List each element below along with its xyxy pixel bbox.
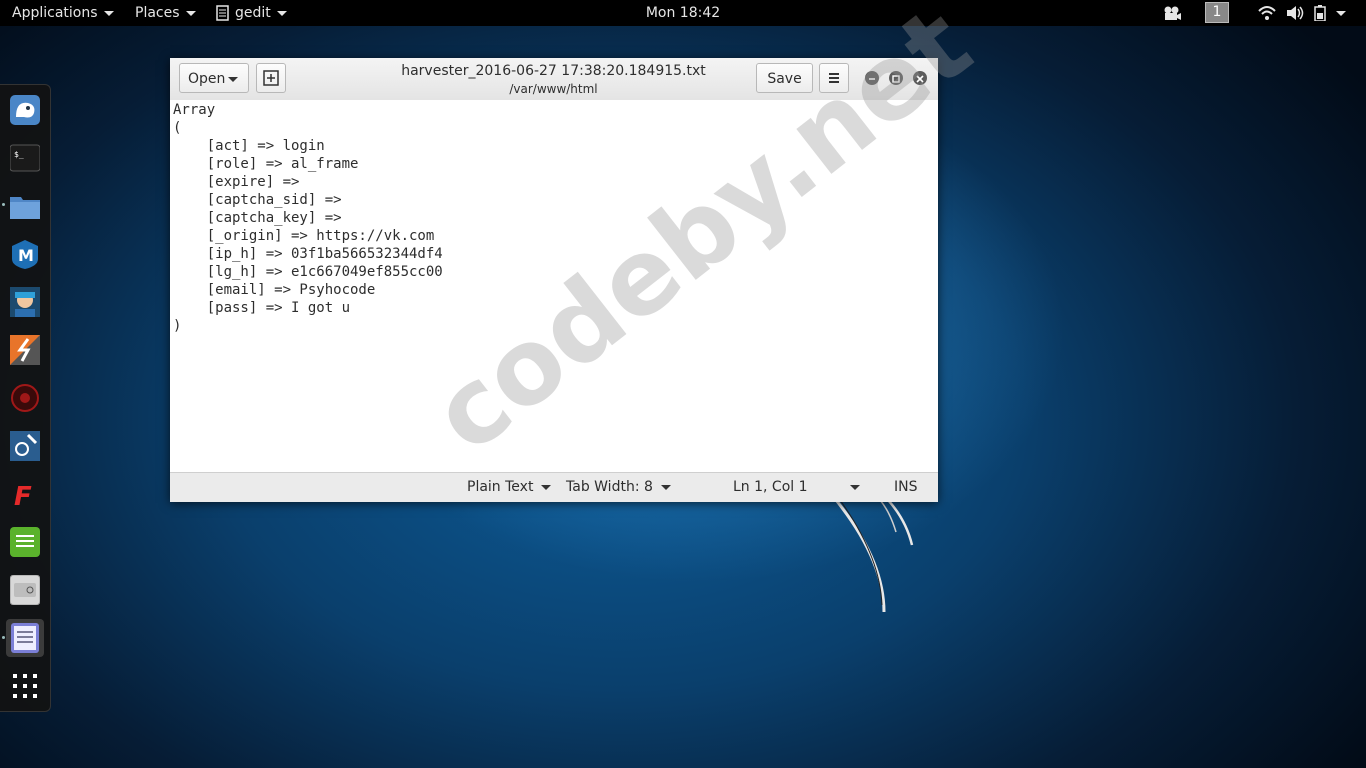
maximize-icon xyxy=(892,75,900,83)
text-editor[interactable]: Array ( [act] => login [role] => al_fram… xyxy=(170,100,938,472)
svg-text:F: F xyxy=(14,482,32,509)
cursor-position[interactable]: Ln 1, Col 1 xyxy=(733,473,808,501)
editor-line: [email] => Psyhocode xyxy=(173,282,376,298)
save-button[interactable]: Save xyxy=(756,63,813,93)
desktop: Applications Places gedit Mon 18:42 1 $_… xyxy=(0,0,1366,768)
chevron-down-icon xyxy=(276,10,287,16)
language-label: Plain Text xyxy=(467,479,534,495)
maltego-icon[interactable] xyxy=(6,427,44,465)
svg-text:$_: $_ xyxy=(14,150,24,159)
title-block: harvester_2016-06-27 17:38:20.184915.txt… xyxy=(350,62,757,98)
svg-text:M: M xyxy=(18,246,34,265)
app-menu-label: gedit xyxy=(235,5,271,21)
header-bar: Open harvester_2016-06-27 17:38:20.18491… xyxy=(170,58,938,101)
hamburger-menu-icon xyxy=(829,73,839,83)
maximize-button[interactable] xyxy=(889,71,903,85)
language-selector[interactable]: Plain Text xyxy=(467,473,552,501)
running-indicator xyxy=(2,636,5,639)
close-button[interactable] xyxy=(913,71,927,85)
wifi-icon[interactable] xyxy=(1258,5,1276,21)
gedit-small-icon xyxy=(216,5,229,21)
minimize-icon xyxy=(869,78,875,80)
chevron-down-icon xyxy=(228,77,238,82)
open-button[interactable]: Open xyxy=(179,63,249,93)
app-menu[interactable]: gedit xyxy=(216,0,287,26)
new-tab-button[interactable] xyxy=(256,63,286,93)
system-menu-chevron-icon[interactable] xyxy=(1336,11,1346,16)
faraday-icon[interactable]: F xyxy=(6,475,44,513)
insert-mode-label: INS xyxy=(894,479,918,495)
open-label: Open xyxy=(188,71,226,87)
chevron-down-icon xyxy=(541,484,552,490)
places-label: Places xyxy=(135,5,180,21)
editor-line: [captcha_sid] => xyxy=(173,192,342,208)
editor-line: ) xyxy=(173,318,182,334)
places-menu[interactable]: Places xyxy=(135,0,196,26)
cursor-position-label: Ln 1, Col 1 xyxy=(733,479,808,495)
chevron-down-icon xyxy=(185,10,196,16)
show-apps-icon[interactable] xyxy=(6,667,44,705)
workspace-indicator[interactable]: 1 xyxy=(1205,2,1229,23)
minimize-button[interactable] xyxy=(865,71,879,85)
editor-line: Array xyxy=(173,102,216,118)
battery-icon[interactable] xyxy=(1313,5,1329,21)
top-bar: Applications Places gedit Mon 18:42 1 xyxy=(0,0,1366,26)
burpsuite-icon[interactable] xyxy=(6,331,44,369)
beef-icon[interactable] xyxy=(6,379,44,417)
insert-mode: INS xyxy=(894,473,918,501)
chevron-down-icon xyxy=(660,484,671,490)
window-subtitle: /var/www/html xyxy=(509,82,598,96)
gedit-window: Open harvester_2016-06-27 17:38:20.18491… xyxy=(170,58,938,502)
new-document-icon xyxy=(263,70,279,86)
editor-line: [role] => al_frame xyxy=(173,156,359,172)
kali-menu-icon[interactable] xyxy=(6,91,44,129)
camera-icon[interactable] xyxy=(1163,5,1181,21)
editor-line: ( xyxy=(173,120,182,136)
terminal-icon[interactable]: $_ xyxy=(6,139,44,177)
cherrytree-icon[interactable] xyxy=(6,571,44,609)
workspace-number: 1 xyxy=(1212,4,1222,20)
clock[interactable]: Mon 18:42 xyxy=(646,5,720,21)
position-chevron-icon[interactable] xyxy=(850,485,860,490)
editor-line: [_origin] => https://vk.com xyxy=(173,228,435,244)
applications-label: Applications xyxy=(12,5,98,21)
files-icon[interactable] xyxy=(6,187,44,225)
editor-line: [captcha_key] => xyxy=(173,210,342,226)
gedit-icon[interactable] xyxy=(6,619,44,657)
editor-line: [act] => login xyxy=(173,138,325,154)
running-indicator xyxy=(2,203,5,206)
volume-icon[interactable] xyxy=(1286,5,1304,21)
close-icon xyxy=(916,75,924,83)
save-label: Save xyxy=(767,71,802,87)
editor-line: [ip_h] => 03f1ba566532344df4 xyxy=(173,246,443,262)
window-title: harvester_2016-06-27 17:38:20.184915.txt xyxy=(401,63,706,79)
menu-button[interactable] xyxy=(819,63,849,93)
tab-width-selector[interactable]: Tab Width: 8 xyxy=(566,473,671,501)
armitage-icon[interactable] xyxy=(6,283,44,321)
status-bar: Plain Text Tab Width: 8 Ln 1, Col 1 INS xyxy=(170,472,938,502)
chevron-down-icon xyxy=(103,10,114,16)
editor-line: [pass] => I got u xyxy=(173,300,351,316)
editor-line: [lg_h] => e1c667049ef855cc00 xyxy=(173,264,443,280)
tab-width-label: Tab Width: 8 xyxy=(566,479,653,495)
editor-line: [expire] => xyxy=(173,174,300,190)
metasploit-icon[interactable]: M xyxy=(6,235,44,273)
leafpad-icon[interactable] xyxy=(6,523,44,561)
dock: $_ M F xyxy=(0,84,51,712)
applications-menu[interactable]: Applications xyxy=(12,0,114,26)
